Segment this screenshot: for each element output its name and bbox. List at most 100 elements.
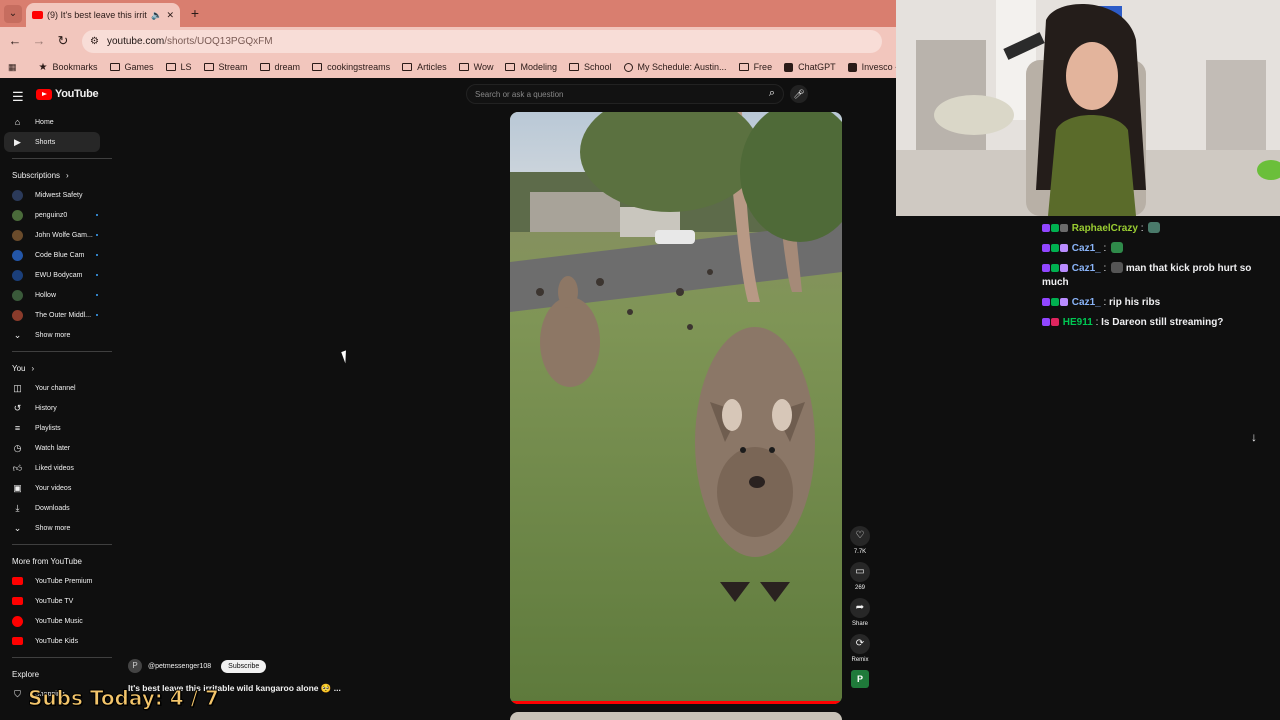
video-progress-bar[interactable] [510, 701, 842, 704]
sidebar-section-subscriptions[interactable]: Subscriptions › [0, 165, 116, 185]
sidebar-item-liked-videos[interactable]: 👍︎ Liked videos [0, 458, 116, 478]
bookmark-label: Stream [218, 62, 248, 72]
microphone-icon[interactable]: 🎤︎ [790, 85, 808, 103]
speaker-icon[interactable]: 🔈 [151, 10, 162, 21]
channel-icon: ◫ [13, 382, 22, 393]
new-tab-button[interactable]: + [186, 5, 204, 23]
youtube-favicon-icon [32, 11, 43, 19]
chat-username[interactable]: RaphaelCrazy [1072, 223, 1138, 234]
sidebar-item-youtube-music[interactable]: YouTube Music [0, 611, 116, 631]
heart-icon[interactable]: ♡ [850, 526, 870, 546]
search-icon[interactable]: ⌕ [769, 87, 775, 100]
sidebar-item-subscription[interactable]: John Wolfe Gam... [0, 225, 116, 245]
channel-avatar [12, 229, 23, 241]
bookmark-folder-wow[interactable]: Wow [458, 62, 493, 72]
badge-icon [1060, 224, 1068, 232]
chat-text: rip his ribs [1109, 297, 1161, 308]
chat-username[interactable]: Caz1_ [1072, 263, 1101, 274]
new-content-dot [96, 234, 98, 236]
site-settings-icon[interactable]: ⚙ [90, 36, 99, 47]
apps-icon[interactable]: ▦ [8, 62, 17, 73]
sidebar-item-downloads[interactable]: ⤓ Downloads [0, 498, 116, 518]
sidebar-item-label: YouTube Music [35, 617, 83, 625]
sidebar-item-label: YouTube TV [35, 597, 74, 605]
sidebar-item-playlists[interactable]: ≡ Playlists [0, 418, 116, 438]
bookmark-folder-school[interactable]: School [568, 62, 612, 72]
subscribe-button[interactable]: Subscribe [221, 659, 267, 673]
folder-icon [203, 63, 214, 71]
webcam-image [896, 0, 1280, 216]
channel-sound-avatar[interactable]: P [851, 670, 869, 688]
sidebar-item-subscription[interactable]: Hollow [0, 285, 116, 305]
search-input[interactable]: Search or ask a question ⌕ [466, 84, 784, 104]
chat-message: Caz1_ : [1042, 242, 1262, 256]
youtube-music-icon [12, 615, 23, 627]
sidebar-item-subscription[interactable]: The Outer Middl... [0, 305, 116, 325]
chat-username[interactable]: HE911 [1063, 317, 1093, 328]
bookmark-folder-ls[interactable]: LS [165, 62, 192, 72]
bookmark-all[interactable]: ★ Bookmarks [39, 62, 98, 73]
sidebar-item-subscription[interactable]: Code Blue Cam [0, 245, 116, 265]
badge-icon [1042, 298, 1050, 306]
next-short-preview[interactable] [510, 712, 842, 720]
browser-tab-bar: ⌄ (9) It's best leave this irrita 🔈 ✕ + [0, 0, 896, 27]
sidebar-item-watch-later[interactable]: ◷ Watch later [0, 438, 116, 458]
short-video-player[interactable] [510, 112, 842, 704]
sidebar-item-youtube-premium[interactable]: YouTube Premium [0, 571, 116, 591]
chat-username[interactable]: Caz1_ [1072, 297, 1101, 308]
bookmark-folder-articles[interactable]: Articles [402, 62, 447, 72]
sidebar-item-your-videos[interactable]: ▣ Your videos [0, 478, 116, 498]
close-icon[interactable]: ✕ [166, 10, 174, 21]
sidebar-item-subscription[interactable]: penguinz0 [0, 205, 116, 225]
bookmark-invesco[interactable]: Invesco - Sign in for... [847, 62, 896, 72]
chat-separator: : [1103, 263, 1110, 274]
sidebar-item-youtube-tv[interactable]: YouTube TV [0, 591, 116, 611]
bookmark-label: cookingstreams [327, 62, 391, 72]
home-icon: ⌂ [14, 116, 21, 127]
menu-icon[interactable]: ☰ [12, 89, 24, 105]
bookmark-folder-cookingstreams[interactable]: cookingstreams [312, 62, 390, 72]
show-more-button[interactable]: ⌄ Show more [0, 325, 116, 345]
sidebar-item-history[interactable]: ↺ History [0, 398, 116, 418]
sidebar-section-explore: Explore [0, 664, 116, 684]
channel-avatar[interactable]: P [128, 659, 142, 673]
bookmark-label: LS [180, 62, 192, 72]
forward-icon[interactable]: → [31, 33, 47, 49]
sidebar-item-subscription[interactable]: EWU Bodycam [0, 265, 116, 285]
tab-list-button[interactable]: ⌄ [4, 5, 22, 23]
bookmark-folder-free[interactable]: Free [738, 62, 772, 72]
address-bar[interactable]: ⚙ youtube.com/shorts/UOQ13PGQxFM [82, 30, 882, 53]
browser-tab[interactable]: (9) It's best leave this irrita 🔈 ✕ [26, 3, 180, 27]
sidebar: ⌂ Home ▶ Shorts Subscriptions › Midwest … [0, 112, 116, 704]
arrow-down-icon[interactable]: ↓ [1244, 427, 1264, 447]
bookmark-folder-dream[interactable]: dream [259, 62, 300, 72]
back-icon[interactable]: ← [7, 33, 23, 49]
channel-name[interactable]: @petmessenger108 [148, 663, 211, 670]
sidebar-item-youtube-kids[interactable]: YouTube Kids [0, 631, 116, 651]
sidebar-item-label: Liked videos [35, 464, 74, 472]
search-placeholder: Search or ask a question [475, 89, 564, 99]
remix-icon[interactable]: ⟳ [850, 634, 870, 654]
comment-icon[interactable]: ▭ [850, 562, 870, 582]
bookmark-my-schedule[interactable]: My Schedule: Austin... [623, 62, 727, 72]
show-more-button[interactable]: ⌄ Show more [0, 518, 116, 538]
badge-icon [1060, 298, 1068, 306]
bookmark-folder-stream[interactable]: Stream [203, 62, 248, 72]
youtube-logo[interactable]: YouTube [36, 88, 99, 100]
sidebar-divider [12, 544, 112, 545]
sidebar-item-home[interactable]: ⌂ Home [0, 112, 116, 132]
chat-message: RaphaelCrazy : [1042, 222, 1262, 236]
section-title: Explore [12, 669, 40, 679]
sidebar-item-subscription[interactable]: Midwest Safety [0, 185, 116, 205]
sidebar-item-your-channel[interactable]: ◫ Your channel [0, 378, 116, 398]
chat-username[interactable]: Caz1_ [1072, 243, 1101, 254]
bookmark-chatgpt[interactable]: ChatGPT [784, 62, 836, 72]
sidebar-section-you[interactable]: You › [0, 358, 116, 378]
share-icon[interactable]: ➦ [850, 598, 870, 618]
folder-icon [505, 63, 516, 71]
bookmark-folder-games[interactable]: Games [109, 62, 154, 72]
sidebar-item-shorts[interactable]: ▶ Shorts [4, 132, 100, 152]
bookmark-folder-modeling[interactable]: Modeling [505, 62, 557, 72]
badge-icon [1042, 264, 1050, 272]
reload-icon[interactable]: ↻ [55, 33, 71, 49]
